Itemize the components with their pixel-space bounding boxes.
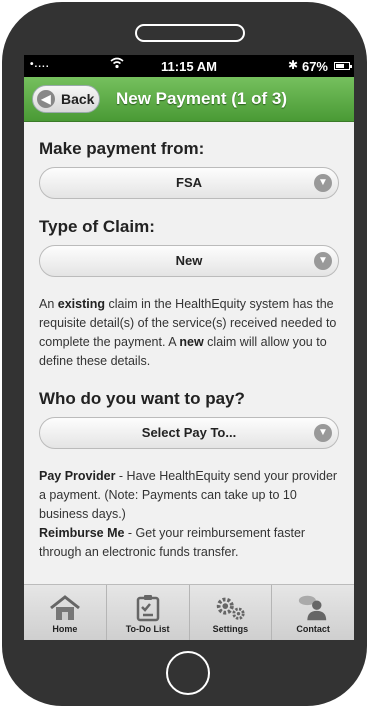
claim-description: An existing claim in the HealthEquity sy…: [39, 297, 337, 368]
contact-icon: [296, 594, 330, 622]
payment-from-label: Make payment from:: [39, 139, 205, 158]
chevron-down-icon: ▼: [314, 252, 332, 270]
tab-settings[interactable]: Settings: [190, 585, 273, 640]
pay-to-label: Who do you want to pay?: [39, 389, 245, 408]
claim-type-label: Type of Claim:: [39, 217, 155, 236]
battery-fill: [336, 64, 344, 68]
claim-type-value: New: [175, 253, 203, 268]
tab-home-label: Home: [52, 624, 78, 634]
tab-bar: Home To-Do List Settings Contact: [24, 584, 354, 640]
pay-provider-title: Pay Provider: [39, 469, 116, 483]
page-title: New Payment (1 of 3): [116, 89, 287, 108]
claim-type-select[interactable]: New ▼: [39, 245, 339, 277]
payment-from-select[interactable]: FSA ▼: [39, 167, 339, 199]
home-icon: [48, 594, 82, 622]
pay-to-value: Select Pay To...: [141, 425, 237, 440]
tab-home[interactable]: Home: [24, 585, 107, 640]
gears-icon: [213, 594, 247, 622]
phone-frame: •.... 11:15 AM ✱ 67% ◀ Back New Payment …: [2, 2, 367, 706]
payment-form: Make payment from: FSA ▼ Type of Claim: …: [24, 121, 354, 585]
payment-from-value: FSA: [176, 175, 202, 190]
pay-to-select[interactable]: Select Pay To... ▼: [39, 417, 339, 449]
bluetooth-icon: ✱: [287, 58, 298, 72]
pay-options-description: Pay Provider - Have HealthEquity send yo…: [39, 467, 339, 562]
back-arrow-icon: ◀: [37, 90, 55, 108]
back-button[interactable]: ◀ Back: [32, 85, 100, 113]
tab-settings-label: Settings: [212, 624, 249, 634]
battery-percent: 67%: [301, 59, 328, 74]
chevron-down-icon: ▼: [314, 174, 332, 192]
todo-list-icon: [131, 594, 165, 622]
tab-todo-label: To-Do List: [125, 624, 170, 634]
reimburse-me-title: Reimburse Me: [39, 526, 125, 540]
back-label: Back: [61, 91, 95, 107]
existing-keyword: existing: [57, 297, 106, 311]
app-header: ◀ Back New Payment (1 of 3): [24, 77, 354, 122]
chevron-down-icon: ▼: [314, 424, 332, 442]
status-bar: •.... 11:15 AM ✱ 67%: [24, 55, 354, 77]
tab-contact-label: Contact: [296, 624, 330, 634]
phone-home-button[interactable]: [166, 651, 210, 695]
tab-todo-list[interactable]: To-Do List: [107, 585, 190, 640]
new-keyword: new: [179, 335, 204, 349]
battery-icon: [334, 62, 352, 70]
screen: •.... 11:15 AM ✱ 67% ◀ Back New Payment …: [24, 55, 354, 640]
tab-contact[interactable]: Contact: [272, 585, 354, 640]
phone-speaker: [135, 24, 245, 42]
